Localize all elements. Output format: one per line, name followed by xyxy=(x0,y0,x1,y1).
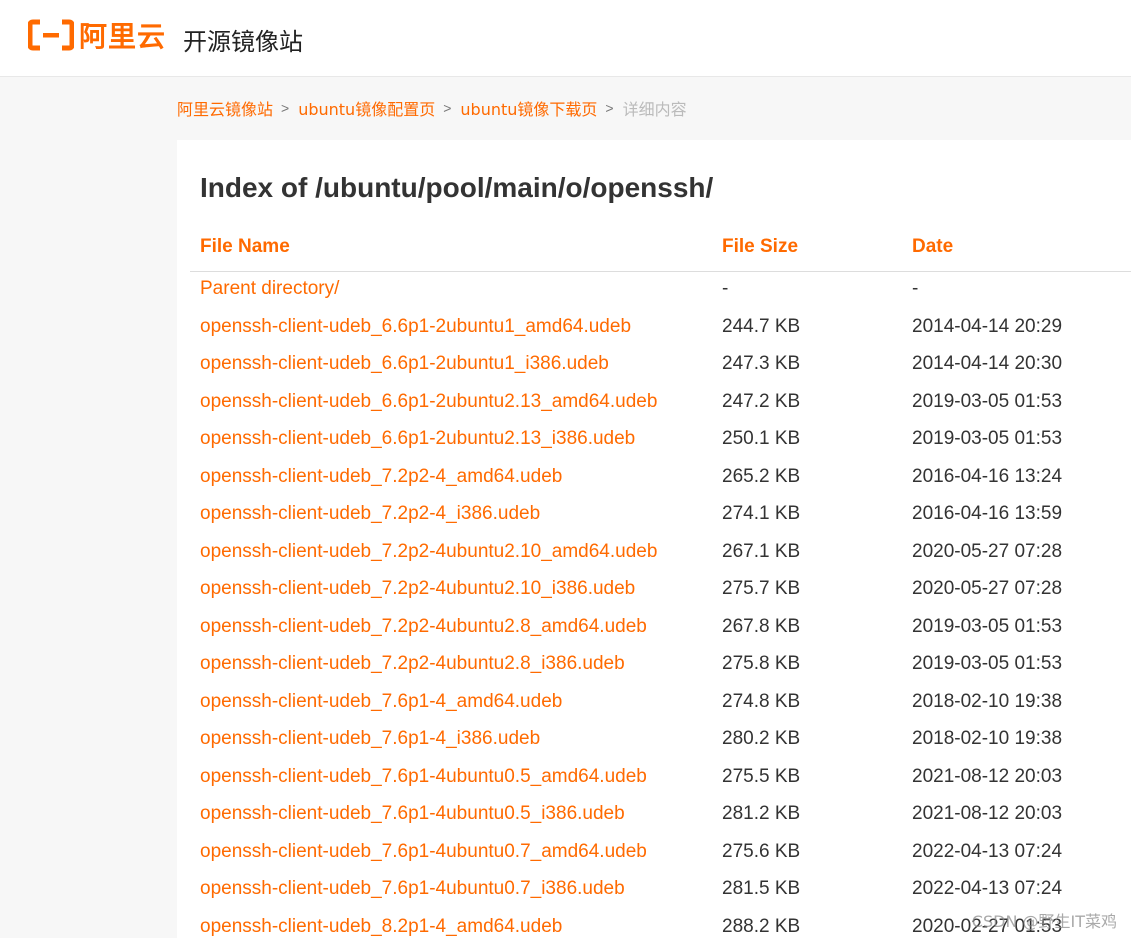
column-header-file-size[interactable]: File Size xyxy=(722,236,798,258)
breadcrumb-separator: > xyxy=(281,100,290,116)
file-date: 2022-04-13 07:24 xyxy=(912,878,1063,899)
aliyun-logo-icon xyxy=(28,19,74,51)
parent-directory-link[interactable]: Parent directory/ xyxy=(200,278,339,300)
table-row: openssh-client-udeb_7.2p2-4_amd64.udeb 26… xyxy=(177,459,1131,497)
table-row: openssh-client-udeb_6.6p1-2ubuntu2.13_am… xyxy=(177,384,1131,422)
file-size: 280.2 KB xyxy=(722,728,801,749)
table-row: openssh-client-udeb_7.2p2-4ubuntu2.8_i38… xyxy=(177,646,1131,684)
file-date: 2019-03-05 01:53 xyxy=(912,615,1063,637)
listing-panel: Index of /ubuntu/pool/main/o/openssh/ Fi… xyxy=(177,140,1131,938)
file-link[interactable]: openssh-client-udeb_7.6p1-4ubuntu0.5_amd… xyxy=(200,766,647,788)
file-size: 275.5 KB xyxy=(722,765,801,787)
file-link[interactable]: openssh-client-udeb_7.6p1-4_amd64.udeb xyxy=(200,691,562,713)
breadcrumb-separator: > xyxy=(605,100,614,116)
file-size: 281.5 KB xyxy=(722,878,801,899)
file-date: 2014-04-14 20:29 xyxy=(912,315,1063,337)
file-link[interactable]: openssh-client-udeb_6.6p1-2ubuntu2.13_am… xyxy=(200,391,657,413)
table-row: openssh-client-udeb_6.6p1-2ubuntu2.13_i3… xyxy=(177,421,1131,459)
file-date: 2018-02-10 19:38 xyxy=(912,690,1063,712)
table-row: openssh-client-udeb_7.2p2-4ubuntu2.8_amd… xyxy=(177,609,1131,647)
table-row: openssh-client-udeb_7.6p1-4ubuntu0.7_i38… xyxy=(177,871,1131,909)
file-size: 274.8 KB xyxy=(722,690,801,712)
file-date: 2022-04-13 07:24 xyxy=(912,840,1063,862)
file-size: 275.7 KB xyxy=(722,578,801,599)
file-size: 274.1 KB xyxy=(722,503,801,524)
table-row: openssh-client-udeb_7.2p2-4ubuntu2.10_i3… xyxy=(177,571,1131,609)
file-link[interactable]: openssh-client-udeb_7.6p1-4ubuntu0.7_amd… xyxy=(200,841,647,863)
file-size: 244.7 KB xyxy=(722,315,801,337)
file-date: 2019-03-05 01:53 xyxy=(912,653,1063,674)
file-size: 247.2 KB xyxy=(722,390,801,412)
file-date: 2019-03-05 01:53 xyxy=(912,390,1063,412)
file-link[interactable]: openssh-client-udeb_7.2p2-4ubuntu2.10_am… xyxy=(200,541,657,563)
file-link[interactable]: openssh-client-udeb_7.2p2-4ubuntu2.8_amd… xyxy=(200,616,647,638)
file-date: 2016-04-16 13:24 xyxy=(912,465,1063,487)
file-date: 2020-05-27 07:28 xyxy=(912,578,1063,599)
file-link[interactable]: openssh-client-udeb_7.6p1-4ubuntu0.5_i38… xyxy=(200,803,625,825)
file-link[interactable]: openssh-client-udeb_7.2p2-4_i386.udeb xyxy=(200,503,540,525)
table-row: openssh-client-udeb_7.6p1-4ubuntu0.5_amd… xyxy=(177,759,1131,797)
column-header-file-name[interactable]: File Name xyxy=(200,236,290,258)
file-date: - xyxy=(912,278,919,299)
file-size: 265.2 KB xyxy=(722,465,801,487)
file-link[interactable]: openssh-client-udeb_6.6p1-2ubuntu1_amd64… xyxy=(200,316,631,338)
table-row: openssh-client-udeb_6.6p1-2ubuntu1_i386.… xyxy=(177,346,1131,384)
aliyun-logo[interactable]: 阿里云 xyxy=(28,18,167,53)
site-title: 开源镜像站 xyxy=(183,28,303,56)
file-size: 288.2 KB xyxy=(722,915,801,937)
column-header-date[interactable]: Date xyxy=(912,236,953,258)
breadcrumb-ubuntu-config[interactable]: ubuntu镜像配置页 xyxy=(298,96,435,120)
page-title: Index of /ubuntu/pool/main/o/openssh/ xyxy=(200,172,714,203)
file-size: 267.1 KB xyxy=(722,540,801,562)
file-date: 2021-08-12 20:03 xyxy=(912,803,1063,824)
file-size: 247.3 KB xyxy=(722,353,801,374)
file-size: 275.6 KB xyxy=(722,840,801,862)
logo-text: 阿里云 xyxy=(79,20,167,53)
table-row: openssh-client-udeb_7.6p1-4_amd64.udeb 27… xyxy=(177,684,1131,722)
file-link[interactable]: openssh-client-udeb_8.2p1-4_amd64.udeb xyxy=(200,916,562,938)
file-date: 2019-03-05 01:53 xyxy=(912,428,1063,449)
watermark: CSDN @野生IT菜鸡 xyxy=(971,912,1117,931)
table-row: openssh-client-udeb_6.6p1-2ubuntu1_amd64… xyxy=(177,309,1131,347)
file-link[interactable]: openssh-client-udeb_7.6p1-4ubuntu0.7_i38… xyxy=(200,878,625,900)
breadcrumb-current: 详细内容 xyxy=(622,100,687,119)
file-date: 2014-04-14 20:30 xyxy=(912,353,1063,374)
table-row: openssh-client-udeb_7.6p1-4_i386.udeb 280… xyxy=(177,721,1131,759)
table-row: openssh-client-udeb_7.2p2-4ubuntu2.10_am… xyxy=(177,534,1131,572)
file-link[interactable]: openssh-client-udeb_6.6p1-2ubuntu2.13_i3… xyxy=(200,428,635,450)
file-date: 2016-04-16 13:59 xyxy=(912,503,1063,524)
breadcrumb-mirror-home[interactable]: 阿里云镜像站 xyxy=(177,96,273,120)
file-size: 281.2 KB xyxy=(722,803,801,824)
file-size: 275.8 KB xyxy=(722,653,801,674)
file-date: 2021-08-12 20:03 xyxy=(912,765,1063,787)
breadcrumb: 阿里云镜像站 > ubuntu镜像配置页 > ubuntu镜像下载页 > 详细内… xyxy=(177,96,687,120)
file-link[interactable]: openssh-client-udeb_7.2p2-4ubuntu2.8_i38… xyxy=(200,653,625,675)
file-link[interactable]: openssh-client-udeb_7.2p2-4_amd64.udeb xyxy=(200,466,562,488)
parent-directory-row: Parent directory/ - - xyxy=(177,271,1131,309)
file-size: 267.8 KB xyxy=(722,615,801,637)
file-date: 2020-05-27 07:28 xyxy=(912,540,1063,562)
top-header: 阿里云 开源镜像站 xyxy=(0,0,1131,77)
table-row: openssh-client-udeb_7.6p1-4ubuntu0.7_amd… xyxy=(177,834,1131,872)
file-date: 2018-02-10 19:38 xyxy=(912,728,1063,749)
table-header: File Name File Size Date xyxy=(190,232,1131,272)
file-list: Parent directory/ - - openssh-client-udeb_6… xyxy=(177,271,1131,938)
file-link[interactable]: openssh-client-udeb_7.6p1-4_i386.udeb xyxy=(200,728,540,750)
table-row: openssh-client-udeb_7.2p2-4_i386.udeb 274… xyxy=(177,496,1131,534)
file-size: 250.1 KB xyxy=(722,428,801,449)
breadcrumb-ubuntu-download[interactable]: ubuntu镜像下载页 xyxy=(460,96,597,120)
breadcrumb-separator: > xyxy=(443,100,452,116)
file-link[interactable]: openssh-client-udeb_6.6p1-2ubuntu1_i386.… xyxy=(200,353,609,375)
table-row: openssh-client-udeb_7.6p1-4ubuntu0.5_i38… xyxy=(177,796,1131,834)
file-link[interactable]: openssh-client-udeb_7.2p2-4ubuntu2.10_i3… xyxy=(200,578,635,600)
file-size: - xyxy=(722,278,729,299)
